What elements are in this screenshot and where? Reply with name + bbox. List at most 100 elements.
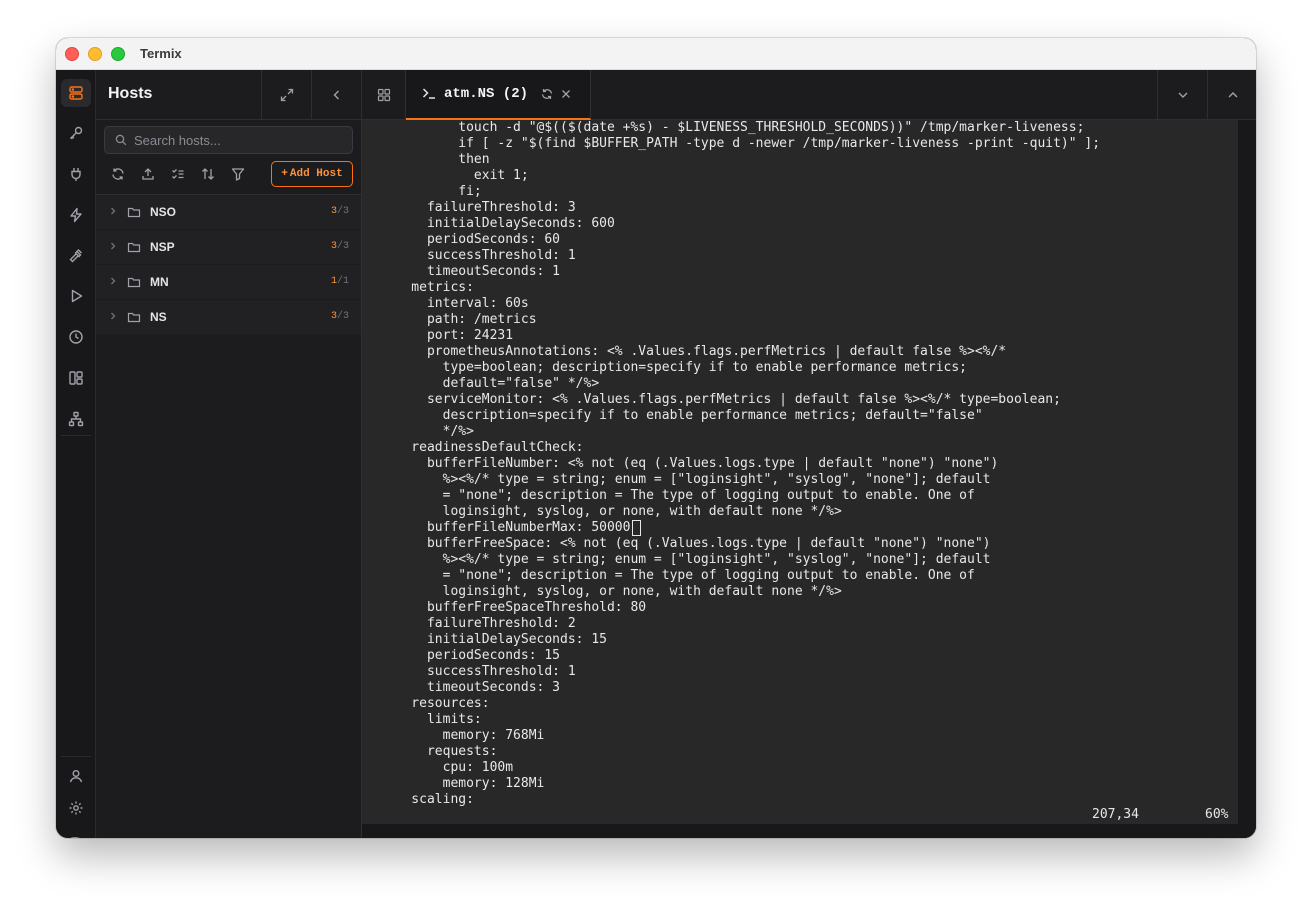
terminal-line: timeoutSeconds: 3 bbox=[380, 680, 561, 695]
terminal-line: interval: 60s bbox=[380, 296, 529, 311]
folder-icon bbox=[127, 312, 141, 323]
window-title: Termix bbox=[140, 46, 182, 61]
terminal-cursor bbox=[632, 520, 641, 536]
filter-hosts-button[interactable] bbox=[227, 163, 249, 185]
avatar[interactable]: F bbox=[63, 837, 87, 838]
hosts-sidebar: Hosts + Add Host bbox=[96, 70, 362, 838]
terminal-line: touch -d "@$(($(date +%s) - $LIVENESS_TH… bbox=[380, 120, 1085, 135]
folder-name: MN bbox=[150, 275, 169, 289]
terminal-scrollbar[interactable] bbox=[1238, 120, 1256, 824]
terminal-line: resources: bbox=[380, 696, 490, 711]
refresh-icon[interactable] bbox=[541, 88, 553, 100]
collapse-tabbar-button[interactable] bbox=[1207, 70, 1256, 120]
terminal-line: = "none"; description = The type of logg… bbox=[380, 568, 975, 583]
tunnels-nav-button[interactable] bbox=[61, 160, 91, 188]
network-icon bbox=[68, 411, 84, 427]
title-bar: Termix bbox=[56, 38, 1256, 70]
sidebar-title: Hosts bbox=[108, 85, 153, 102]
terminal-line: timeoutSeconds: 1 bbox=[380, 264, 561, 279]
terminal-line: */%> bbox=[380, 424, 474, 439]
key-icon bbox=[70, 126, 83, 140]
run-nav-button[interactable] bbox=[61, 282, 91, 310]
chevron-left-icon bbox=[333, 90, 339, 100]
tab-label: atm.NS (2) bbox=[444, 86, 529, 102]
refresh-icon bbox=[112, 168, 124, 180]
expand-sidebar-button[interactable] bbox=[261, 70, 311, 120]
plug-icon bbox=[71, 168, 81, 181]
terminal-line: initialDelaySeconds: 600 bbox=[380, 216, 615, 231]
folder-row-ns[interactable]: NS 3/3 bbox=[96, 300, 361, 334]
chevron-right-icon bbox=[111, 277, 116, 285]
folder-count: 1/1 bbox=[330, 276, 349, 287]
folder-name: NSO bbox=[150, 205, 177, 219]
terminal-line: periodSeconds: 15 bbox=[380, 648, 561, 663]
scroll-percent: 60% bbox=[1205, 807, 1229, 822]
terminal-line: periodSeconds: 60 bbox=[380, 232, 561, 247]
terminal-line: memory: 128Mi bbox=[380, 776, 545, 791]
terminal-pane[interactable]: touch -d "@$(($(date +%s) - $LIVENESS_TH… bbox=[362, 120, 1256, 838]
close-window-button[interactable] bbox=[65, 47, 79, 61]
checklist-icon bbox=[172, 169, 184, 179]
terminal-icon bbox=[422, 88, 435, 99]
terminal-line: loginsight, syslog, or none, with defaul… bbox=[380, 584, 842, 599]
terminal-output: touch -d "@$(($(date +%s) - $LIVENESS_TH… bbox=[380, 120, 1240, 808]
minimize-window-button[interactable] bbox=[88, 47, 102, 61]
terminal-viewport[interactable]: touch -d "@$(($(date +%s) - $LIVENESS_TH… bbox=[362, 120, 1238, 824]
chevron-up-icon bbox=[1228, 92, 1237, 98]
sort-hosts-button[interactable] bbox=[197, 163, 219, 185]
folder-icon bbox=[127, 242, 141, 253]
close-icon[interactable] bbox=[560, 88, 572, 100]
folder-row-nsp[interactable]: NSP 3/3 bbox=[96, 230, 361, 264]
history-nav-button[interactable] bbox=[61, 323, 91, 351]
folder-count: 3/3 bbox=[330, 241, 349, 252]
quick-actions-nav-button[interactable] bbox=[61, 201, 91, 229]
terminal-line: metrics: bbox=[380, 280, 474, 295]
tab-dropdown-button[interactable] bbox=[1157, 70, 1207, 120]
refresh-hosts-button[interactable] bbox=[107, 163, 129, 185]
server-icon bbox=[69, 86, 83, 100]
expand-icon bbox=[280, 88, 293, 102]
dashboard-nav-button[interactable] bbox=[61, 364, 91, 392]
maximize-window-button[interactable] bbox=[111, 47, 125, 61]
import-hosts-button[interactable] bbox=[137, 163, 159, 185]
terminal-line: successThreshold: 1 bbox=[380, 664, 576, 679]
terminal-line: exit 1; bbox=[380, 168, 529, 183]
select-hosts-button[interactable] bbox=[167, 163, 189, 185]
search-input[interactable] bbox=[134, 132, 334, 148]
terminal-line: loginsight, syslog, or none, with defaul… bbox=[380, 504, 842, 519]
tab-overview-button[interactable] bbox=[362, 70, 406, 120]
tab-bar: atm.NS (2) bbox=[362, 70, 1256, 120]
add-host-button[interactable]: + Add Host bbox=[271, 161, 353, 187]
tools-nav-button[interactable] bbox=[61, 242, 91, 270]
terminal-line: bufferFileNumberMax: 50000 bbox=[380, 520, 631, 535]
cursor-position: 207,34 bbox=[1092, 807, 1139, 822]
hosts-nav-button[interactable] bbox=[61, 79, 91, 107]
profile-nav-button[interactable] bbox=[61, 762, 91, 790]
terminal-line: successThreshold: 1 bbox=[380, 248, 576, 263]
terminal-bottom-bar bbox=[362, 824, 1256, 838]
terminal-line: bufferFreeSpaceThreshold: 80 bbox=[380, 600, 647, 615]
collapse-sidebar-button[interactable] bbox=[311, 70, 361, 120]
play-icon bbox=[71, 289, 83, 303]
folder-row-nso[interactable]: NSO 3/3 bbox=[96, 195, 361, 229]
settings-nav-button[interactable] bbox=[61, 794, 91, 822]
filter-icon bbox=[231, 168, 245, 181]
tab-terminal[interactable]: atm.NS (2) bbox=[406, 70, 591, 120]
terminal-line: limits: bbox=[380, 712, 482, 727]
folder-icon bbox=[127, 207, 141, 218]
terminal-line: = "none"; description = The type of logg… bbox=[380, 488, 975, 503]
chevron-right-icon bbox=[111, 312, 116, 320]
credentials-nav-button[interactable] bbox=[61, 119, 91, 147]
terminal-line: then bbox=[380, 152, 490, 167]
terminal-line: failureThreshold: 3 bbox=[380, 200, 576, 215]
add-host-label: Add Host bbox=[289, 168, 343, 180]
network-nav-button[interactable] bbox=[61, 405, 91, 433]
sort-icon bbox=[202, 168, 214, 180]
chevron-down-icon bbox=[1178, 92, 1187, 98]
folder-row-mn[interactable]: MN 1/1 bbox=[96, 265, 361, 299]
icon-rail: F bbox=[56, 70, 96, 838]
terminal-line: bufferFreeSpace: <% not (eq (.Values.log… bbox=[380, 536, 991, 551]
terminal-line: readinessDefaultCheck: bbox=[380, 440, 584, 455]
folder-count: 3/3 bbox=[330, 206, 349, 217]
folder-count: 3/3 bbox=[330, 311, 349, 322]
